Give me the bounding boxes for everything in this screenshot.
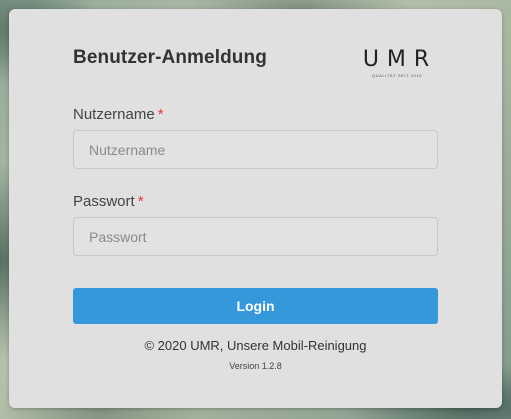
- page-title: Benutzer-Anmeldung: [73, 47, 267, 68]
- password-label-text: Passwort: [73, 193, 135, 210]
- password-label: Passwort *: [73, 193, 144, 210]
- login-header: Benutzer-Anmeldung UMR QUALITÄT SEIT 201…: [73, 46, 439, 86]
- password-input[interactable]: [73, 217, 438, 256]
- copyright-text: © 2020 UMR, Unsere Mobil-Reinigung: [144, 338, 367, 353]
- username-label-text: Nutzername: [73, 106, 155, 123]
- umr-logo: UMR QUALITÄT SEIT 2010: [355, 48, 439, 84]
- login-card: Benutzer-Anmeldung UMR QUALITÄT SEIT 201…: [9, 9, 502, 408]
- login-button[interactable]: Login: [73, 288, 438, 324]
- username-required-marker: *: [157, 106, 164, 123]
- password-required-marker: *: [137, 193, 144, 210]
- logo-text: UMR: [362, 47, 438, 72]
- username-input[interactable]: [73, 130, 438, 169]
- version-text: Version 1.2.8: [229, 361, 282, 371]
- username-label: Nutzername *: [73, 106, 164, 123]
- logo-tagline: QUALITÄT SEIT 2010: [371, 73, 423, 78]
